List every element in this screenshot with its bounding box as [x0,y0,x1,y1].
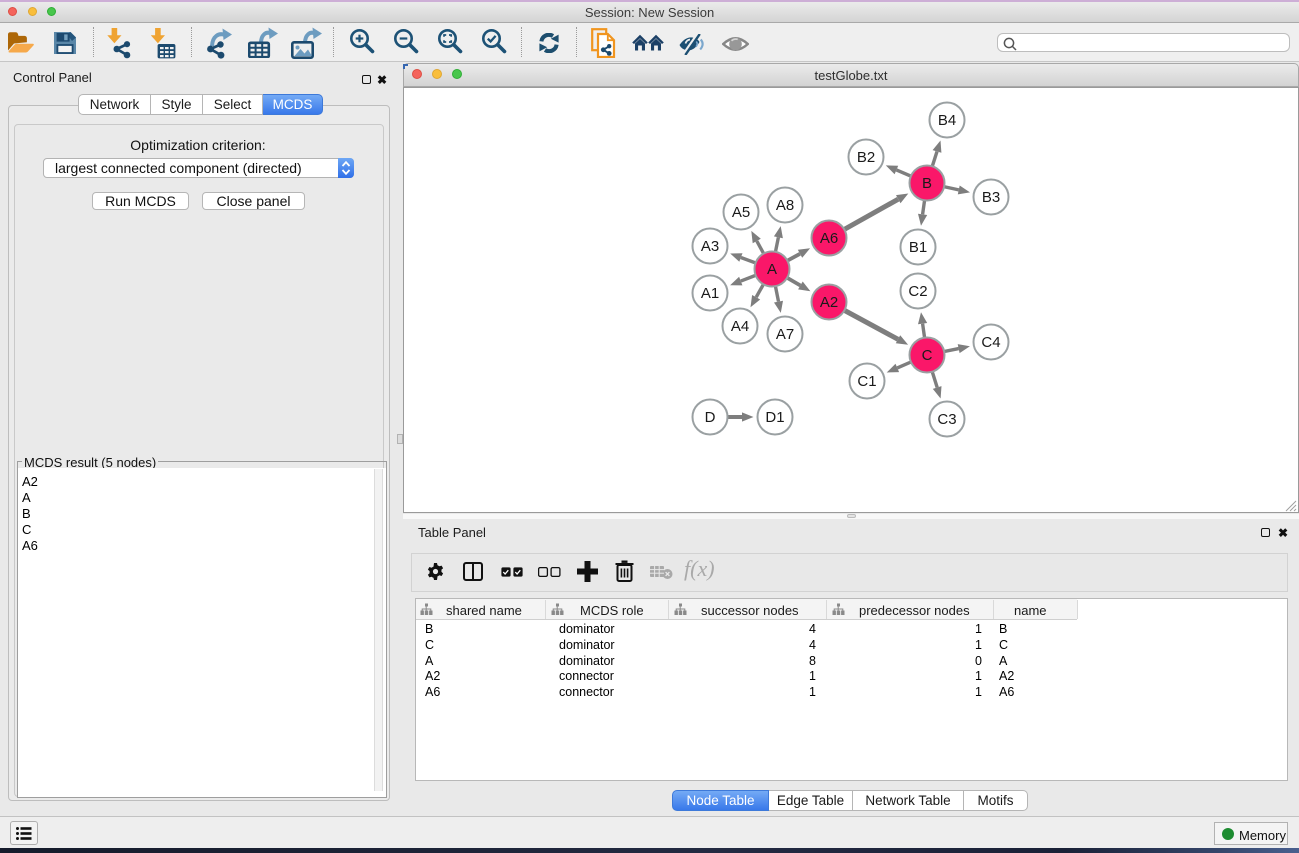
svg-text:A3: A3 [701,238,719,255]
svg-text:C1: C1 [857,373,876,390]
svg-text:B4: B4 [938,112,956,129]
svg-text:B2: B2 [857,149,875,166]
svg-text:A2: A2 [820,294,838,311]
svg-text:A8: A8 [776,197,794,214]
svg-text:D1: D1 [765,409,784,426]
svg-text:C3: C3 [937,411,956,428]
svg-text:D: D [705,409,716,426]
svg-text:C2: C2 [908,283,927,300]
svg-text:A4: A4 [731,318,749,335]
svg-text:C4: C4 [981,334,1000,351]
svg-text:B3: B3 [982,189,1000,206]
svg-text:B1: B1 [909,239,927,256]
svg-text:A7: A7 [776,326,794,343]
svg-text:A1: A1 [701,285,719,302]
svg-text:A: A [767,261,777,278]
svg-text:C: C [922,347,933,364]
svg-text:A5: A5 [732,204,750,221]
svg-text:B: B [922,175,932,192]
svg-text:A6: A6 [820,230,838,247]
